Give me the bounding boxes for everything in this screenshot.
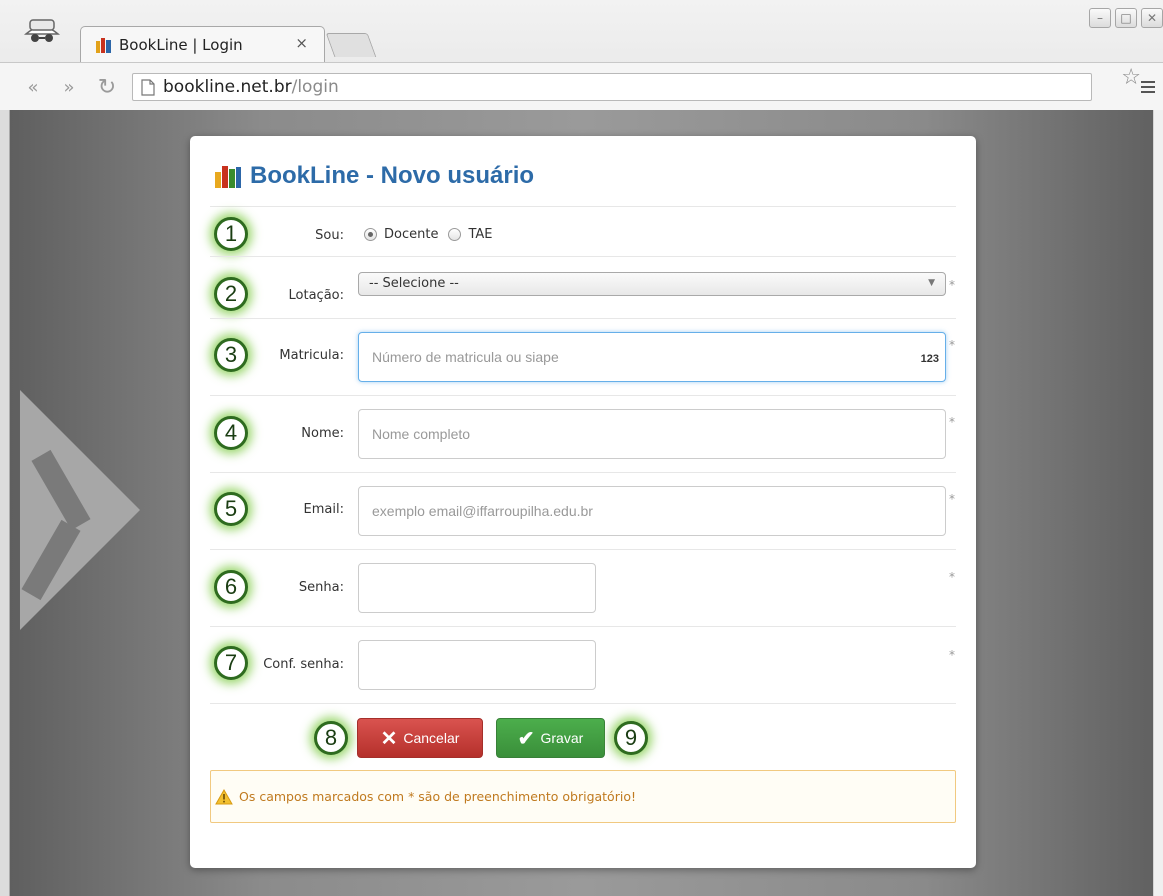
cancel-label: Cancelar — [403, 730, 460, 746]
divider — [210, 395, 956, 396]
cancel-button[interactable]: ✕ Cancelar — [357, 718, 483, 758]
required-mark: * — [949, 648, 955, 662]
conf-senha-input[interactable] — [358, 640, 596, 690]
radio-docente-label: Docente — [384, 227, 439, 242]
signup-card: BookLine - Novo usuário 1 Sou: Docente T… — [190, 136, 976, 868]
new-tab-button[interactable] — [325, 33, 377, 57]
divider — [210, 549, 956, 550]
conf-senha-label: Conf. senha: — [263, 657, 344, 672]
matricula-label: Matricula: — [279, 348, 344, 363]
maximize-icon[interactable]: □ — [1115, 8, 1137, 28]
address-bar[interactable]: bookline.net.br/login — [132, 73, 1092, 101]
lotacao-select[interactable]: -- Selecione -- ▼ — [358, 272, 946, 296]
page-icon — [141, 78, 155, 96]
back-icon[interactable]: « — [20, 75, 46, 99]
titlebar: BookLine | Login × – □ ✕ — [0, 0, 1163, 62]
alert-text: Os campos marcados com * são de preenchi… — [239, 789, 636, 804]
reload-icon[interactable]: ↻ — [94, 75, 120, 100]
tab-close-icon[interactable]: × — [295, 34, 308, 52]
matricula-placeholder: Número de matricula ou siape — [372, 349, 559, 365]
senha-label: Senha: — [298, 580, 344, 595]
close-icon: ✕ — [380, 727, 398, 750]
divider — [210, 626, 956, 627]
title-text: BookLine - Novo usuário — [250, 162, 535, 189]
email-label: Email: — [303, 502, 344, 517]
sou-radio-group: Docente TAE — [364, 227, 503, 242]
divider — [210, 206, 956, 207]
nome-placeholder: Nome completo — [372, 426, 471, 442]
bookmark-star-icon[interactable]: ☆ — [1121, 65, 1141, 90]
browser-tab[interactable]: BookLine | Login × — [80, 26, 325, 62]
required-mark: * — [949, 278, 955, 292]
books-logo-icon — [215, 166, 241, 188]
divider — [210, 703, 956, 704]
browser-chrome: BookLine | Login × – □ ✕ « » ↻ bookline.… — [0, 0, 1163, 110]
browser-toolbar: « » ↻ bookline.net.br/login ☆ — [0, 62, 1163, 110]
url-path: /login — [291, 77, 339, 97]
sou-label: Sou: — [315, 228, 344, 243]
save-label: Gravar — [540, 730, 584, 746]
required-mark: * — [949, 338, 955, 352]
minimize-icon[interactable]: – — [1089, 8, 1111, 28]
divider — [210, 256, 956, 257]
email-placeholder: exemplo email@iffarroupilha.edu.br — [372, 503, 593, 519]
window-controls: – □ ✕ — [1089, 8, 1163, 28]
email-input[interactable]: exemplo email@iffarroupilha.edu.br — [358, 486, 946, 536]
lotacao-selected-value: -- Selecione -- — [369, 276, 459, 291]
required-mark: * — [949, 415, 955, 429]
menu-icon[interactable] — [1141, 81, 1155, 93]
numeric-keyboard-hint: 123 — [920, 353, 939, 365]
nome-label: Nome: — [301, 426, 344, 441]
page-title: BookLine - Novo usuário — [214, 162, 534, 190]
required-mark: * — [949, 492, 955, 506]
close-window-icon[interactable]: ✕ — [1141, 8, 1163, 28]
divider — [210, 318, 956, 319]
senha-input[interactable] — [358, 563, 596, 613]
radio-docente[interactable] — [364, 228, 377, 241]
required-fields-alert: Os campos marcados com * são de preenchi… — [210, 770, 956, 823]
tab-title: BookLine | Login — [119, 35, 243, 54]
books-favicon-icon — [96, 37, 111, 53]
scrollbar[interactable] — [1153, 110, 1163, 896]
background-logo-icon — [20, 390, 140, 630]
annotation-badge-8: 8 — [314, 721, 348, 755]
annotation-badge-9: 9 — [614, 721, 648, 755]
save-button[interactable]: ✔ Gravar — [496, 718, 605, 758]
chevron-down-icon: ▼ — [928, 278, 935, 288]
warning-icon — [215, 788, 233, 804]
url-host: bookline.net.br — [163, 77, 292, 97]
checkmark-icon: ✔ — [517, 727, 535, 750]
forward-icon[interactable]: » — [56, 75, 82, 99]
incognito-icon — [24, 19, 60, 42]
lotacao-label: Lotação: — [288, 288, 344, 303]
window-left-edge — [0, 110, 10, 896]
nome-input[interactable]: Nome completo — [358, 409, 946, 459]
required-mark: * — [949, 570, 955, 584]
radio-tae-label: TAE — [468, 227, 493, 242]
divider — [210, 472, 956, 473]
matricula-input[interactable]: Número de matricula ou siape 123 — [358, 332, 946, 382]
radio-tae[interactable] — [448, 228, 462, 241]
